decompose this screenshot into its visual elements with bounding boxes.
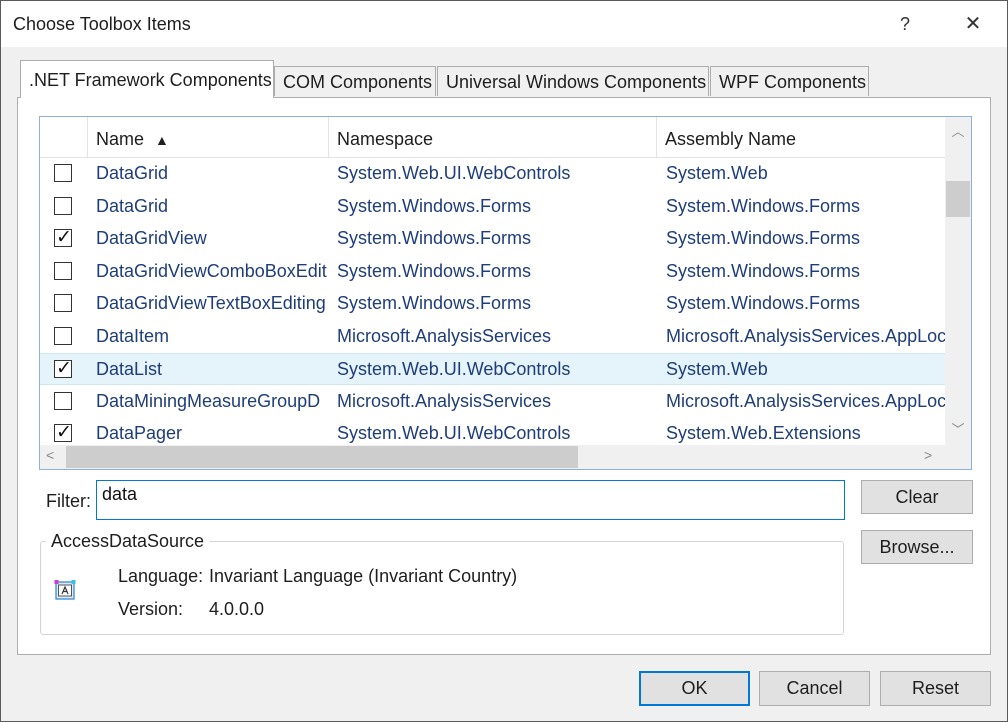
- version-value: 4.0.0.0: [209, 599, 265, 619]
- filter-label: Filter:: [46, 491, 91, 511]
- column-header-name[interactable]: Name ▲: [88, 117, 329, 157]
- checkmark-icon: ✓: [56, 227, 72, 248]
- ok-button[interactable]: OK: [639, 671, 750, 706]
- cancel-button[interactable]: Cancel: [759, 671, 870, 706]
- filter-input[interactable]: [96, 480, 845, 520]
- cell-name: DataList: [96, 359, 163, 379]
- table-row[interactable]: DataGrid System.Windows.Forms System.Windo…: [40, 191, 945, 223]
- cell-name: DataGrid: [96, 163, 169, 183]
- language-value: Invariant Language (Invariant Country): [209, 566, 518, 586]
- cell-assembly-name: System.Windows.Forms: [666, 260, 861, 281]
- tab-com-components[interactable]: COM Components: [274, 66, 436, 96]
- checkmark-icon: ✓: [56, 358, 72, 379]
- clear-button[interactable]: Clear: [861, 480, 973, 514]
- dialog-title: Choose Toolbox Items: [13, 14, 191, 34]
- cell-assembly-name: System.Windows.Forms: [666, 228, 861, 248]
- table-row[interactable]: DataMiningMeasureGroupD Microsoft.Analysi…: [40, 386, 945, 418]
- cell-assembly-name: System.Web.Extensions: [666, 423, 861, 443]
- close-button[interactable]: ✕: [955, 9, 991, 39]
- browse-button[interactable]: Browse...: [861, 530, 973, 564]
- component-icon: [54, 579, 76, 601]
- table-row[interactable]: DataGrid System.Web.UI.WebControls System.…: [40, 158, 945, 190]
- cell-assembly-name: System.Web: [666, 163, 768, 183]
- column-header-checkbox[interactable]: [40, 117, 88, 157]
- table-row[interactable]: DataGridViewComboBoxEdit System.Windows.F…: [40, 256, 945, 288]
- table-row[interactable]: ✓ DataGridView System.Windows.Forms System.…: [40, 223, 945, 255]
- scroll-corner: [945, 445, 971, 469]
- cell-namespace: System.Web.UI.WebControls: [337, 359, 571, 379]
- component-details-group: [40, 541, 844, 635]
- cell-namespace: Microsoft.AnalysisServices: [337, 325, 552, 346]
- row-checkbox[interactable]: [54, 294, 72, 312]
- horizontal-scrollbar[interactable]: < >: [40, 445, 945, 469]
- cell-name: DataMiningMeasureGroupD: [96, 390, 321, 411]
- row-checkbox[interactable]: [54, 196, 72, 215]
- reset-button[interactable]: Reset: [880, 671, 991, 706]
- row-checkbox[interactable]: [54, 391, 72, 410]
- cell-assembly-name: Microsoft.AnalysisServices.AppLoca: [666, 390, 945, 411]
- cell-name: DataItem: [96, 325, 170, 346]
- table-row[interactable]: DataItem Microsoft.AnalysisServices Micros…: [40, 321, 945, 353]
- cell-namespace: System.Windows.Forms: [337, 293, 532, 313]
- cell-assembly-name: System.Web: [666, 359, 768, 379]
- cell-name: DataPager: [96, 423, 183, 443]
- scroll-right-icon[interactable]: >: [924, 447, 932, 463]
- row-checkbox[interactable]: [54, 261, 72, 280]
- tab-net-framework-components[interactable]: .NET Framework Components: [20, 60, 274, 98]
- row-checkbox[interactable]: ✓: [54, 422, 72, 443]
- cell-namespace: System.Web.UI.WebControls: [337, 163, 571, 183]
- sort-ascending-icon: ▲: [155, 132, 169, 148]
- column-header-name-label: Name: [96, 129, 145, 149]
- scroll-left-icon[interactable]: <: [46, 447, 54, 463]
- cell-name: DataGrid: [96, 195, 169, 216]
- row-checkbox[interactable]: [54, 164, 72, 182]
- cell-name: DataGridViewTextBoxEditing: [96, 293, 326, 313]
- help-button[interactable]: ?: [887, 9, 923, 39]
- version-label: Version:: [118, 599, 184, 619]
- selected-component-name: AccessDataSource: [46, 531, 210, 552]
- vertical-scroll-thumb[interactable]: [946, 181, 970, 217]
- cell-assembly-name: Microsoft.AnalysisServices.AppLoca: [666, 325, 945, 346]
- language-label: Language:: [118, 566, 204, 586]
- cell-namespace: System.Web.UI.WebControls: [337, 423, 571, 443]
- title-bar: Choose Toolbox Items ? ✕: [1, 1, 1007, 47]
- cell-namespace: System.Windows.Forms: [337, 228, 532, 248]
- tab-wpf-components[interactable]: WPF Components: [710, 66, 869, 96]
- tab-universal-windows-components[interactable]: Universal Windows Components: [437, 66, 709, 96]
- cell-assembly-name: System.Windows.Forms: [666, 195, 861, 216]
- cell-namespace: System.Windows.Forms: [337, 195, 532, 216]
- cell-assembly-name: System.Windows.Forms: [666, 293, 861, 313]
- scroll-down-icon[interactable]: ﹀: [945, 419, 971, 438]
- cell-namespace: System.Windows.Forms: [337, 260, 532, 281]
- cell-name: DataGridViewComboBoxEdit: [96, 260, 327, 281]
- checkmark-icon: ✓: [56, 422, 72, 443]
- row-checkbox[interactable]: [54, 326, 72, 345]
- row-checkbox[interactable]: ✓: [54, 358, 72, 379]
- vertical-scrollbar[interactable]: ︿ ﹀: [945, 117, 971, 445]
- components-grid[interactable]: Name ▲ Namespace Assembly Name DataGrid S…: [39, 116, 972, 470]
- cell-namespace: Microsoft.AnalysisServices: [337, 390, 552, 411]
- scroll-up-icon[interactable]: ︿: [945, 121, 971, 140]
- cell-name: DataGridView: [96, 228, 207, 248]
- column-header-assembly-name[interactable]: Assembly Name: [657, 117, 945, 157]
- column-header-namespace[interactable]: Namespace: [329, 117, 657, 157]
- row-checkbox[interactable]: ✓: [54, 227, 72, 248]
- horizontal-scroll-thumb[interactable]: [66, 446, 578, 468]
- table-row[interactable]: ✓ DataList System.Web.UI.WebControls System…: [40, 353, 945, 385]
- table-row[interactable]: DataGridViewTextBoxEditing System.Windows…: [40, 288, 945, 320]
